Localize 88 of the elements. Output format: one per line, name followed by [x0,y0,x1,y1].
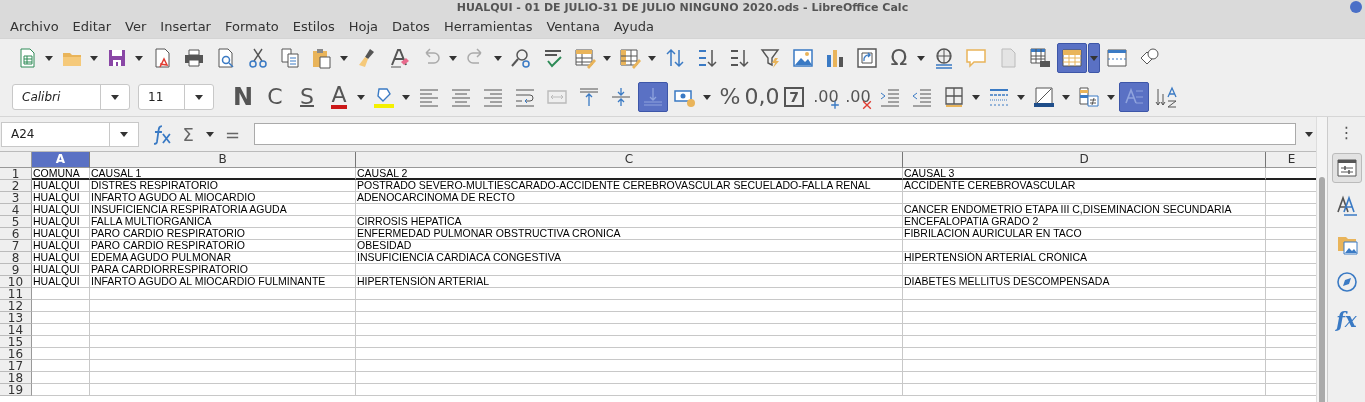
row-header[interactable]: 16 [0,348,32,360]
table-cell: PARA CARDIORRESPIRATORIO [90,264,356,276]
table-cell: HUALQUI [32,204,90,216]
row-header[interactable]: 7 [0,240,32,252]
table-cell: ENFERMEDAD PULMONAR OBSTRUCTIVA CRONICA [356,228,903,240]
menu-item[interactable]: Archivo [4,18,65,34]
table-cell: ACCIDENTE CEREBROVASCULAR [903,180,1266,192]
menu-item[interactable]: Editar [66,18,118,34]
format-button[interactable]: C [260,81,290,112]
functions-tab[interactable]: fx [1331,305,1362,335]
table-cell: CIRROSIS HEPATÍCA [356,216,903,228]
format-button[interactable]: % [715,81,745,112]
column-header[interactable]: A [32,152,90,168]
row-header[interactable]: 6 [0,228,32,240]
row-header[interactable]: 4 [0,204,32,216]
menu-item[interactable]: Formato [218,18,285,34]
table-cell: COMUNA [32,168,90,180]
table-cell: DISTRES RESPIRATORIO [90,180,356,192]
format-button[interactable]: A [324,81,354,112]
table-cell: HUALQUI [32,180,90,192]
format-button[interactable]: 7 [779,81,809,112]
format-button[interactable]: S [292,81,322,112]
window-title: HUALQUI - 01 DE JULIO-31 DE JULIO NINGUNO 2020.ods - LibreOffice Calc [456,0,909,14]
table-cell: INSUFICIENCIA CARDIACA CONGESTIVA [356,252,903,264]
table-cell: CAUSAL 3 [903,168,1266,180]
table-cell: HUALQUI [32,192,90,204]
table-cell: HUALQUI [32,240,90,252]
row-header[interactable]: 9 [0,264,32,276]
format-button[interactable]: 0,0 [747,81,777,112]
table-cell: INFARTO AGUDO AL MIOCARDIO [90,192,356,204]
table-cell: HIPERTENSIÓN ARTERIAL [356,276,903,288]
menu-item[interactable]: Insertar [154,18,217,34]
column-header[interactable]: C [356,152,903,168]
table-cell: PARO CARDIO RESPIRATORIO [90,240,356,252]
row-header[interactable]: 8 [0,252,32,264]
table-cell: CANCER ENDOMETRIO ETAPA III C,DISEMINACION SECUNDARIA [903,204,1266,216]
menu-item[interactable]: Ver [119,18,153,34]
format-button[interactable]: .00 [811,81,841,112]
row-header[interactable]: 2 [0,180,32,192]
column-header[interactable]: D [903,152,1266,168]
row-header[interactable]: 19 [0,384,32,396]
row-header[interactable]: 10 [0,276,32,288]
font-size-box[interactable]: 11 [138,83,214,110]
name-box[interactable]: A24 [1,121,140,147]
format-button[interactable]: .00 [843,81,873,112]
table-cell: CAUSAL 2 [356,168,903,180]
table-cell: HUALQUI [32,264,90,276]
table-cell: HUALQUI [32,276,90,288]
menu-item[interactable]: Ayuda [607,18,660,34]
row-header[interactable]: 3 [0,192,32,204]
table-cell: INFARTO AGUDO AL MIOCARDIO FULMINANTE [90,276,356,288]
font-name-box[interactable]: Calibri [12,83,130,110]
table-cell: ENCEFALOPATIA GRADO 2 [903,216,1266,228]
row-header[interactable]: 1 [0,168,32,180]
table-cell: OBESIDAD [356,240,903,252]
row-header[interactable]: 13 [0,312,32,324]
table-cell: CAUSAL 1 [90,168,356,180]
row-header[interactable]: 11 [0,288,32,300]
menu-item[interactable]: Herramientas [437,18,539,34]
table-cell: FIBRILACION AURICULAR EN TACO [903,228,1266,240]
table-cell: INSUFICIENCIA RESPIRATORIA AGUDA [90,204,356,216]
table-cell: EDEMA AGUDO PULMONAR [90,252,356,264]
column-header[interactable]: B [90,152,356,168]
row-header[interactable]: 18 [0,372,32,384]
menu-item[interactable]: Hoja [342,18,385,34]
more-options-button[interactable]: ⋮ [1338,121,1355,145]
table-cell: POSTRADO SEVERO-MULTIESCARADO-ACCIDENTE CEREBROVASCULAR SECUELADO-FALLA RENAL [356,180,903,192]
menu-item[interactable]: Ventana [540,18,606,34]
format-button[interactable]: N [228,81,258,112]
format-button[interactable]: Ω [884,43,914,73]
row-header[interactable]: 12 [0,300,32,312]
row-header[interactable]: 5 [0,216,32,228]
row-header[interactable]: 14 [0,324,32,336]
table-cell: HIPERTENSIÓN ARTERIAL CRÓNICA [903,252,1266,264]
table-cell: DIABETES MELLITUS DESCOMPENSADA [903,276,1266,288]
table-cell: PARO CARDIO RESPIRATORIO [90,228,356,240]
menu-item[interactable]: Datos [386,18,436,34]
sum-button[interactable]: Σ [179,122,198,146]
row-header[interactable]: 17 [0,360,32,372]
row-header[interactable]: 15 [0,336,32,348]
table-cell: ADENOCARCINOMA DE RECTO [356,192,903,204]
formula-button[interactable]: = [223,122,243,146]
table-cell: HUALQUI [32,216,90,228]
column-header[interactable]: E [1266,152,1317,168]
menu-item[interactable]: Estilos [286,18,341,34]
table-cell: HUALQUI [32,228,90,240]
table-cell: FALLA MULTIORGANICA [90,216,356,228]
table-cell: HUALQUI [32,252,90,264]
